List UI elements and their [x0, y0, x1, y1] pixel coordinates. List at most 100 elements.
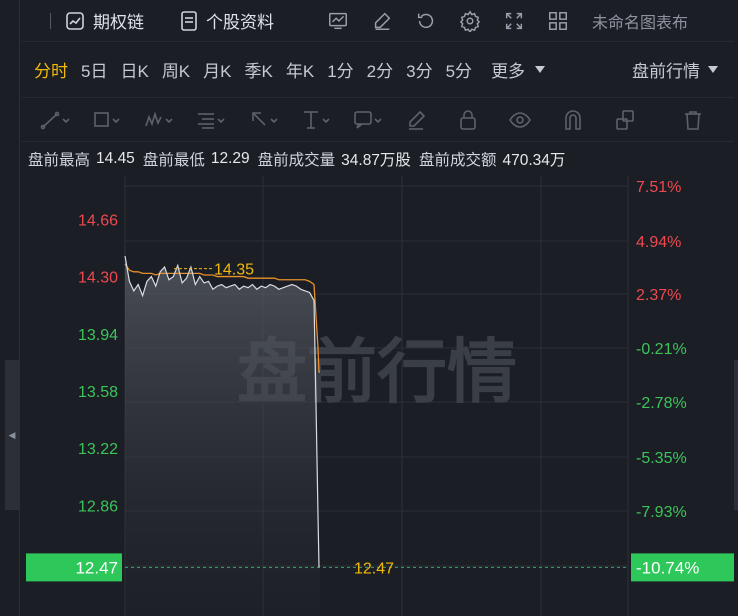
- tab-2min[interactable]: 2分: [367, 57, 393, 82]
- fib-tool[interactable]: [196, 105, 248, 135]
- chart-template-button[interactable]: [326, 9, 350, 33]
- price-tick-label: 13.58: [78, 384, 118, 401]
- divider: [50, 12, 51, 29]
- price-area: [125, 255, 320, 616]
- caret-down-icon: [535, 66, 546, 73]
- high-value: 14.45: [96, 150, 135, 167]
- settings-button[interactable]: [458, 9, 482, 33]
- price-tick-label: 12.86: [78, 498, 118, 515]
- option-chain-label: 期权链: [93, 13, 144, 32]
- premarket-stats: 盘前最高 14.45 盘前最低 12.29 盘前成交量 34.87万股 盘前成交…: [22, 142, 734, 176]
- tab-quarterly-k[interactable]: 季K: [245, 57, 273, 82]
- amount-label: 盘前成交额: [418, 152, 497, 169]
- current-price-label: 12.47: [75, 558, 118, 577]
- eye-icon: [509, 111, 532, 128]
- tab-monthly-k[interactable]: 月K: [203, 57, 231, 82]
- layers-tool[interactable]: [614, 105, 666, 135]
- draw-pen-button[interactable]: [370, 9, 394, 33]
- chart-template-icon: [329, 12, 347, 29]
- rectangle-icon: [94, 111, 120, 127]
- trash-icon: [684, 110, 701, 130]
- annotation-tool[interactable]: [353, 105, 405, 135]
- chart-name[interactable]: 未命名图表布: [592, 9, 688, 33]
- right-rail-handle[interactable]: [734, 360, 738, 510]
- layers-icon: [615, 109, 634, 130]
- lock-tool[interactable]: [457, 105, 509, 135]
- arrow-icon: [251, 111, 278, 126]
- annotation-icon: [354, 110, 382, 129]
- undo-button[interactable]: [414, 9, 438, 33]
- percent-tick-label: -0.21%: [636, 341, 687, 358]
- draw-pen-icon: [374, 12, 391, 30]
- high-label: 盘前最高: [28, 152, 91, 169]
- tab-daily-k[interactable]: 日K: [120, 57, 148, 82]
- rectangle-tool[interactable]: [92, 105, 144, 135]
- percent-tick-label: 2.37%: [636, 287, 681, 304]
- delete-tool[interactable]: [682, 105, 734, 135]
- tab-5day[interactable]: 5日: [81, 57, 107, 82]
- chart-panel: 期权链 个股资料 未命名图表布 分时 5日 日K 周K 月K 季K 年K 1分 …: [22, 0, 734, 616]
- more-label: 更多: [491, 62, 526, 81]
- high-marker-label: 14.35: [214, 262, 254, 279]
- tab-1min[interactable]: 1分: [327, 57, 353, 82]
- brush-tool[interactable]: [405, 105, 457, 135]
- tab-yearly-k[interactable]: 年K: [286, 57, 314, 82]
- top-toolbar: 期权链 个股资料 未命名图表布: [22, 0, 734, 42]
- tab-3min[interactable]: 3分: [406, 57, 432, 82]
- collapse-left-handle[interactable]: ◀: [5, 360, 19, 510]
- fibonacci-icon: [198, 112, 226, 129]
- low-marker-label: 12.47: [354, 560, 394, 577]
- volume-label: 盘前成交量: [257, 152, 336, 169]
- left-rail: ◀: [0, 0, 20, 616]
- session-label: 盘前行情: [632, 62, 700, 81]
- low-value: 12.29: [210, 150, 250, 167]
- volume-value: 34.87万股: [341, 152, 411, 169]
- magnet-icon: [564, 109, 581, 130]
- trend-line-icon: [40, 111, 70, 129]
- price-tick-label: 14.30: [78, 270, 118, 287]
- magnet-tool[interactable]: [562, 105, 614, 135]
- low-label: 盘前最低: [142, 152, 205, 169]
- tab-weekly-k[interactable]: 周K: [162, 57, 190, 82]
- text-cursor-icon: [303, 110, 330, 129]
- chevron-left-icon: ◀: [8, 429, 16, 440]
- wave-pattern-icon: [145, 110, 173, 126]
- fullscreen-button[interactable]: [502, 9, 526, 33]
- lock-icon: [460, 109, 477, 130]
- intraday-chart[interactable]: 盘前行情 14.35 12.47 14.66 14.30 13.94 13.58 13.22 1…: [22, 176, 734, 616]
- text-tool[interactable]: [301, 105, 353, 135]
- arrow-tool[interactable]: [249, 105, 301, 135]
- wave-tool[interactable]: [144, 105, 196, 135]
- layout-grid-icon: [549, 11, 567, 30]
- percent-tick-label: -7.93%: [636, 504, 687, 521]
- stock-info-label: 个股资料: [206, 13, 274, 32]
- brush-icon: [409, 110, 426, 130]
- top-tools: [326, 9, 570, 33]
- intraday-chart-svg: 盘前行情14.3512.4714.6614.3013.9413.5813.221…: [26, 176, 734, 616]
- stock-info-button[interactable]: 个股资料: [180, 8, 274, 33]
- percent-tick-label: 7.51%: [636, 179, 681, 196]
- price-tick-label: 13.94: [78, 327, 118, 344]
- trend-line-tool[interactable]: [40, 105, 92, 135]
- tab-intraday[interactable]: 分时: [34, 57, 68, 82]
- tab-5min[interactable]: 5分: [446, 57, 472, 82]
- option-chain-button[interactable]: 期权链: [65, 8, 144, 33]
- layout-grid-button[interactable]: [546, 9, 570, 33]
- price-tick-label: 14.66: [78, 212, 118, 229]
- document-icon: [181, 10, 197, 31]
- percent-tick-label: 4.94%: [636, 234, 681, 251]
- more-periods-dropdown[interactable]: 更多: [491, 57, 546, 82]
- session-dropdown[interactable]: 盘前行情: [632, 57, 718, 82]
- percent-tick-label: -2.78%: [636, 395, 687, 412]
- price-tick-label: 13.22: [78, 441, 118, 458]
- undo-icon: [417, 13, 434, 28]
- settings-gear-icon: [459, 10, 481, 32]
- amount-value: 470.34万: [502, 152, 566, 169]
- drawing-toolbar: [22, 98, 734, 142]
- caret-down-icon: [708, 66, 718, 73]
- percent-tick-label: -5.35%: [636, 450, 687, 467]
- chart-document-icon: [66, 11, 84, 30]
- visibility-tool[interactable]: [509, 105, 561, 135]
- period-tabs: 分时 5日 日K 周K 月K 季K 年K 1分 2分 3分 5分 更多 盘前行情: [22, 42, 734, 98]
- fullscreen-icon: [505, 12, 523, 29]
